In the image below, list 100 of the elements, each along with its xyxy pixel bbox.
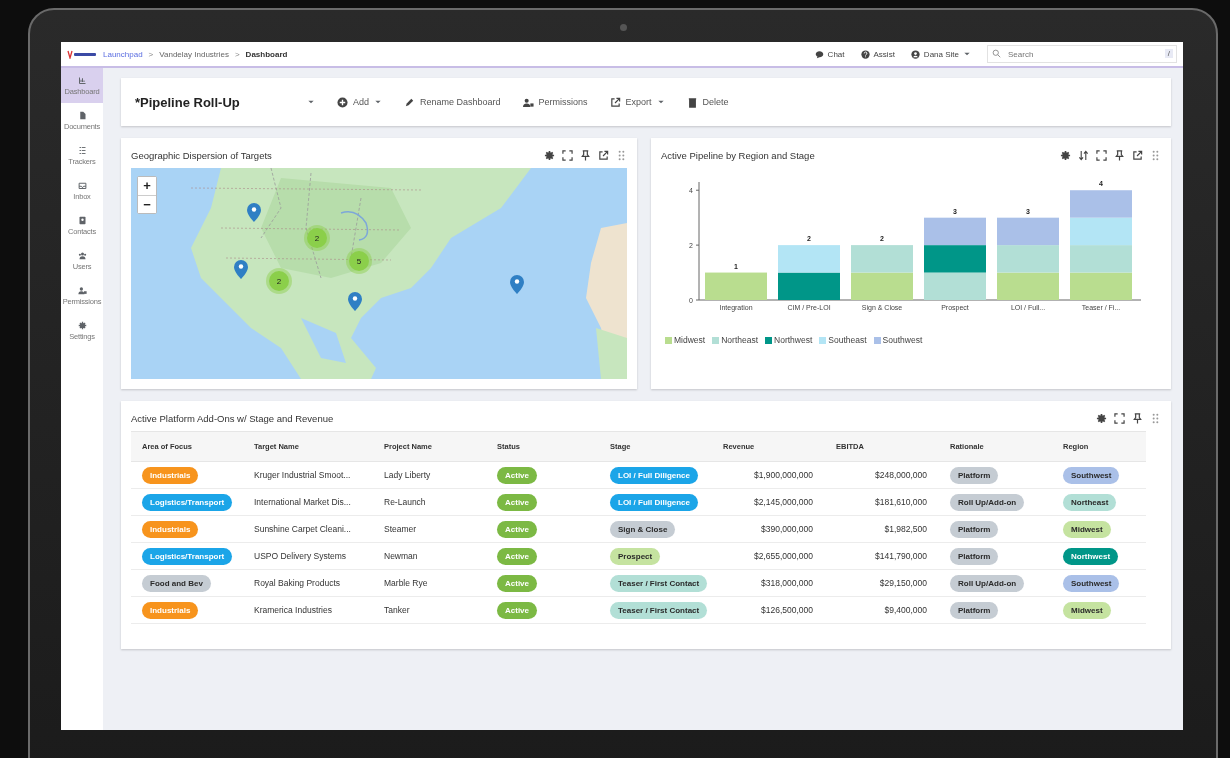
- widget-title: Active Pipeline by Region and Stage: [661, 149, 815, 161]
- table-cell: Steamer: [373, 516, 486, 543]
- legend-label: Midwest: [674, 335, 706, 345]
- map-pin-icon[interactable]: [234, 260, 248, 279]
- external-link-icon[interactable]: [598, 149, 609, 161]
- bar-segment: [924, 272, 986, 300]
- breadcrumb-separator: >: [148, 49, 154, 59]
- pencil-icon: [404, 96, 415, 108]
- bar-segment: [924, 217, 986, 246]
- pin-icon[interactable]: [580, 149, 591, 161]
- pin-icon[interactable]: [1132, 412, 1143, 424]
- toolbar-button[interactable]: Rename Dashboard: [404, 96, 501, 108]
- settings-icon[interactable]: [1060, 149, 1071, 161]
- tag: Prospect: [610, 547, 661, 565]
- breadcrumb-item[interactable]: Vandelay Industries: [159, 49, 229, 59]
- tag: Platform: [950, 520, 999, 538]
- table-cell: $2,145,000,000: [712, 489, 825, 516]
- caret-icon: [963, 50, 971, 58]
- user-menu[interactable]: Dana Site: [923, 49, 959, 59]
- widget-title: Geographic Dispersion of Targets: [131, 149, 272, 161]
- table-cell: Kruger Industrial Smoot...: [243, 462, 373, 489]
- tag: Active: [497, 547, 537, 565]
- settings-icon[interactable]: [1096, 412, 1107, 424]
- tag: Roll Up/Add-on: [950, 493, 1025, 511]
- table-cell: $318,000,000: [712, 570, 825, 597]
- bar-segment: [778, 245, 840, 273]
- bar-segment: [778, 272, 840, 300]
- table-cell: $141,790,000: [825, 543, 939, 570]
- tag: Teaser / First Contact: [610, 574, 708, 592]
- legend-swatch: [712, 336, 720, 344]
- tag: Food and Bev: [142, 574, 211, 592]
- breadcrumb-item: Dashboard: [245, 49, 288, 59]
- tag: Industrials: [142, 520, 199, 538]
- legend-swatch: [819, 336, 827, 344]
- map-pin-icon[interactable]: [510, 275, 524, 294]
- drag-handle-icon[interactable]: [616, 149, 627, 161]
- table-cell: $248,000,000: [825, 462, 939, 489]
- caret-icon: [307, 98, 315, 106]
- legend-label: Southeast: [828, 335, 867, 345]
- bar-segment: [1070, 272, 1132, 300]
- legend-swatch: [665, 336, 672, 344]
- tag: Industrials: [142, 466, 199, 484]
- breadcrumb-item[interactable]: Launchpad: [103, 49, 143, 59]
- chat-link[interactable]: Chat: [827, 49, 845, 59]
- sort-icon[interactable]: [1078, 149, 1089, 161]
- table-cell: $126,500,000: [712, 597, 825, 624]
- toolbar-button[interactable]: Delete: [686, 96, 729, 108]
- tag: LOI / Full Diligence: [610, 493, 698, 511]
- table-cell: $181,610,000: [825, 489, 939, 516]
- toolbar-button[interactable]: Add: [337, 96, 382, 108]
- table-cell: Lady Liberty: [373, 462, 486, 489]
- search-icon: [992, 49, 1001, 58]
- tag: Midwest: [1063, 520, 1111, 538]
- breadcrumb-separator: >: [234, 49, 240, 59]
- map-pin-icon[interactable]: [348, 292, 362, 311]
- toolbar-button[interactable]: Export: [609, 96, 665, 108]
- legend-swatch: [873, 336, 881, 344]
- toolbar-button[interactable]: Permissions: [522, 96, 588, 108]
- chart-icon: [77, 75, 87, 85]
- assist-link[interactable]: Assist: [873, 49, 895, 59]
- fullscreen-icon[interactable]: [1096, 149, 1107, 161]
- tag: Platform: [950, 601, 999, 619]
- pin-icon[interactable]: [1114, 149, 1125, 161]
- table-cell: Kramerica Industries: [243, 597, 373, 624]
- external-link-icon[interactable]: [1132, 149, 1143, 161]
- document-icon: [77, 110, 87, 120]
- fullscreen-icon[interactable]: [1114, 412, 1125, 424]
- table-cell: Sunshine Carpet Cleani...: [243, 516, 373, 543]
- table-cell: USPO Delivery Systems: [243, 543, 373, 570]
- bar-segment: [1070, 217, 1132, 246]
- bar-segment: [997, 245, 1059, 273]
- trash-icon: [686, 96, 698, 108]
- bar-segment: [924, 245, 986, 273]
- fullscreen-icon[interactable]: [562, 149, 573, 161]
- legend-swatch: [765, 336, 773, 344]
- tag: Platform: [950, 547, 999, 565]
- table-cell: $2,655,000,000: [712, 543, 825, 570]
- bar-segment: [851, 272, 913, 300]
- tag: Southwest: [1063, 466, 1120, 484]
- tag: Roll Up/Add-on: [950, 574, 1025, 592]
- map-pin-icon[interactable]: [247, 203, 261, 222]
- drag-handle-icon[interactable]: [1150, 412, 1161, 424]
- table-cell: Marble Rye: [373, 570, 486, 597]
- table-cell: Tanker: [373, 597, 486, 624]
- tag: LOI / Full Diligence: [610, 466, 698, 484]
- bar-segment: [1070, 190, 1132, 218]
- zoom-out-button[interactable]: −: [138, 195, 156, 213]
- camera-dot: [620, 24, 627, 31]
- tag: Northeast: [1063, 493, 1117, 511]
- bar-segment: [1070, 245, 1132, 273]
- tag: Logistics/Transport: [142, 547, 233, 565]
- drag-handle-icon[interactable]: [1150, 149, 1161, 161]
- tag: Sign & Close: [610, 520, 676, 538]
- settings-icon[interactable]: [544, 149, 555, 161]
- table-cell: Newman: [373, 543, 486, 570]
- dashboard-title: *Pipeline Roll-Up: [135, 94, 241, 110]
- tag: Logistics/Transport: [142, 493, 233, 511]
- table-cell: $1,982,500: [825, 516, 939, 543]
- tag: Teaser / First Contact: [610, 601, 708, 619]
- bar-segment: [705, 272, 767, 300]
